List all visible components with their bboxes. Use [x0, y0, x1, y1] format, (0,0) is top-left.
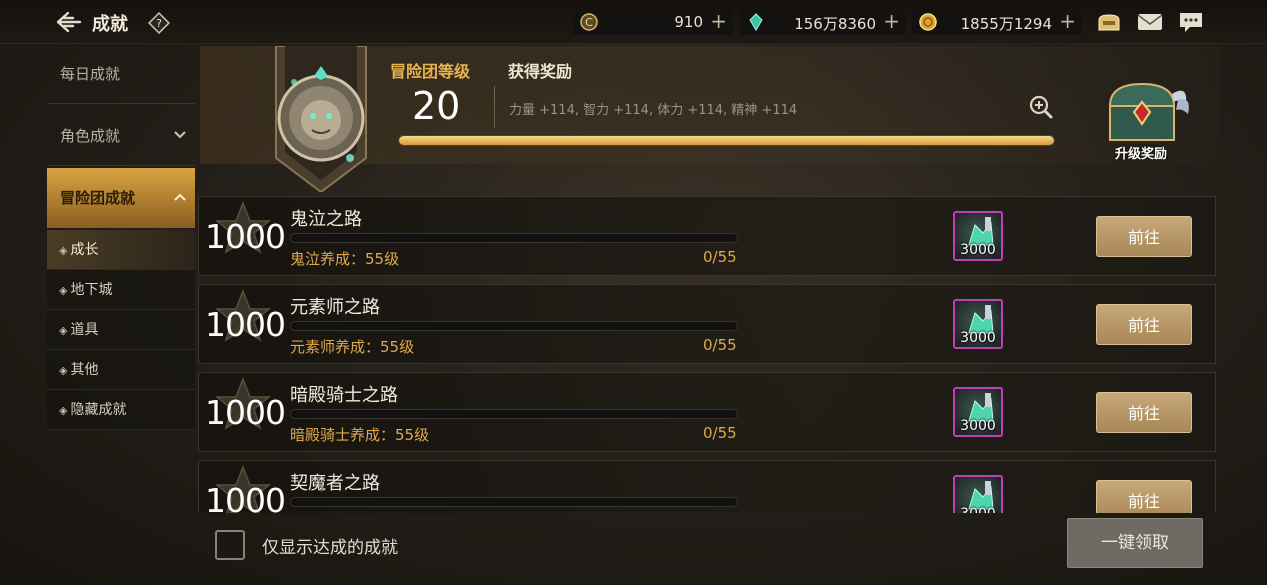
coin-value: 910	[674, 13, 703, 31]
sidebar-sub-label: 成长	[70, 242, 99, 258]
currency-coin: C 910 +	[573, 9, 733, 35]
sidebar-item-character[interactable]: 角色成就	[47, 106, 195, 166]
sidebar-sub-label: 道具	[70, 322, 99, 338]
achievement-condition: 鬼泣养成：55级	[290, 250, 400, 268]
upgrade-reward-label: 升级奖励	[1114, 147, 1167, 162]
sidebar-sub-growth[interactable]: ◈ 成长	[47, 230, 195, 270]
reward-item[interactable]: 3000	[953, 299, 1003, 349]
reward-stats: 力量 +114, 智力 +114, 体力 +114, 精神 +114	[509, 103, 798, 118]
achievement-list[interactable]: 1000 鬼泣之路 鬼泣养成：55级 0/55 3000 前往 1000 元素师…	[198, 196, 1216, 513]
currency-gold: 1855万1294 +	[912, 9, 1082, 35]
sidebar-sub-label: 其他	[70, 362, 99, 378]
diamond-bullet-icon: ◈	[59, 404, 68, 417]
achievement-name: 鬼泣之路	[290, 209, 362, 230]
sidebar-sub-dungeon[interactable]: ◈ 地下城	[47, 270, 195, 310]
achievement-name: 元素师之路	[290, 297, 380, 318]
reward-quantity: 3000	[960, 330, 996, 346]
sidebar-item-label: 冒险团成就	[60, 189, 136, 207]
achievement-row: 1000 元素师之路 元素师养成：55级 0/55 3000 前往	[198, 284, 1216, 364]
page-title: 成就	[92, 14, 128, 35]
sidebar-sub-other[interactable]: ◈ 其他	[47, 350, 195, 390]
achievement-progress-bar	[290, 233, 738, 243]
gem-icon	[746, 12, 766, 32]
achievement-row: 1000 鬼泣之路 鬼泣养成：55级 0/55 3000 前往	[198, 196, 1216, 276]
adventure-level-label: 冒险团等级	[390, 62, 471, 81]
goto-button[interactable]: 前往	[1096, 392, 1192, 433]
svg-text:?: ?	[156, 17, 162, 30]
svg-text:C: C	[585, 16, 593, 29]
gold-icon	[918, 12, 938, 32]
achievement-condition: 暗殿骑士养成：55级	[290, 426, 430, 444]
claim-all-button[interactable]: 一键领取	[1067, 518, 1203, 568]
achievement-points: 1000	[205, 217, 286, 256]
level-progress-fill	[399, 136, 1054, 145]
achievement-row: 1000 暗殿骑士之路 暗殿骑士养成：55级 0/55 3000 前往	[198, 372, 1216, 452]
achievement-progress-bar	[290, 321, 738, 331]
reward-item[interactable]: 3000	[953, 211, 1003, 261]
level-progress-bar	[398, 135, 1055, 146]
achievement-progress-bar	[290, 409, 738, 419]
achievement-points: 1000	[205, 305, 286, 344]
mail-icon[interactable]	[1136, 10, 1164, 34]
achievement-progress-text: 0/55	[703, 336, 737, 354]
sidebar-sub-hidden[interactable]: ◈ 隐藏成就	[47, 390, 195, 430]
sidebar-item-label: 每日成就	[60, 65, 121, 83]
achievement-progress-bar	[290, 497, 738, 507]
diamond-bullet-icon: ◈	[59, 324, 68, 337]
currency-gem: 156万8360 +	[740, 9, 906, 35]
achievement-progress-text: 0/55	[703, 424, 737, 442]
sidebar-item-daily[interactable]: 每日成就	[47, 44, 195, 104]
show-completed-checkbox[interactable]	[215, 530, 245, 560]
sidebar-sub-items[interactable]: ◈ 道具	[47, 310, 195, 350]
add-coin-button[interactable]: +	[710, 9, 727, 33]
reward-label: 获得奖励	[508, 62, 573, 81]
sidebar: 每日成就 角色成就 冒险团成就 ◈ 成长 ◈ 地下城 ◈ 道具 ◈ 其他 ◈ 隐藏成就	[47, 44, 195, 434]
achievement-name: 契魔者之路	[290, 473, 380, 494]
reward-item[interactable]: 3000	[953, 387, 1003, 437]
add-gem-button[interactable]: +	[883, 9, 900, 33]
reward-quantity: 3000	[960, 242, 996, 258]
reward-item[interactable]: 3000	[953, 475, 1003, 513]
diamond-bullet-icon: ◈	[59, 364, 68, 377]
coin-c-icon: C	[579, 12, 599, 32]
zoom-in-icon[interactable]	[1028, 94, 1054, 120]
goto-button[interactable]: 前往	[1096, 216, 1192, 257]
adventure-level-value: 20	[412, 84, 461, 128]
lion-emblem-icon	[250, 45, 392, 194]
treasure-chest-icon[interactable]	[1100, 76, 1192, 148]
chat-icon[interactable]	[1177, 10, 1205, 34]
add-gold-button[interactable]: +	[1059, 9, 1076, 33]
sidebar-sub-label: 地下城	[70, 282, 113, 298]
achievement-row: 1000 契魔者之路 3000 前往	[198, 460, 1216, 513]
achievement-name: 暗殿骑士之路	[290, 385, 398, 406]
diamond-bullet-icon: ◈	[59, 284, 68, 297]
achievement-condition: 元素师养成：55级	[290, 338, 415, 356]
sidebar-item-label: 角色成就	[60, 127, 121, 145]
goto-button[interactable]: 前往	[1096, 480, 1192, 513]
help-icon[interactable]: ?	[148, 12, 170, 34]
sidebar-sub-label: 隐藏成就	[70, 402, 127, 418]
bag-icon[interactable]	[1095, 10, 1123, 34]
gem-value: 156万8360	[794, 15, 876, 33]
gold-value: 1855万1294	[960, 15, 1052, 33]
reward-quantity: 3000	[960, 418, 996, 434]
achievement-points: 1000	[205, 393, 286, 432]
divider	[494, 86, 495, 128]
achievement-progress-text: 0/55	[703, 248, 737, 266]
achievement-points: 1000	[205, 481, 286, 513]
show-completed-label[interactable]: 仅显示达成的成就	[262, 533, 398, 558]
sidebar-item-adventure[interactable]: 冒险团成就	[47, 168, 195, 228]
top-bar: 成就 ? C 910 + 156万8360 + 1855万1294 +	[0, 0, 1267, 44]
back-arrow-icon[interactable]	[54, 10, 82, 34]
reward-quantity: 3000	[955, 506, 1001, 513]
goto-button[interactable]: 前往	[1096, 304, 1192, 345]
diamond-bullet-icon: ◈	[59, 244, 68, 257]
